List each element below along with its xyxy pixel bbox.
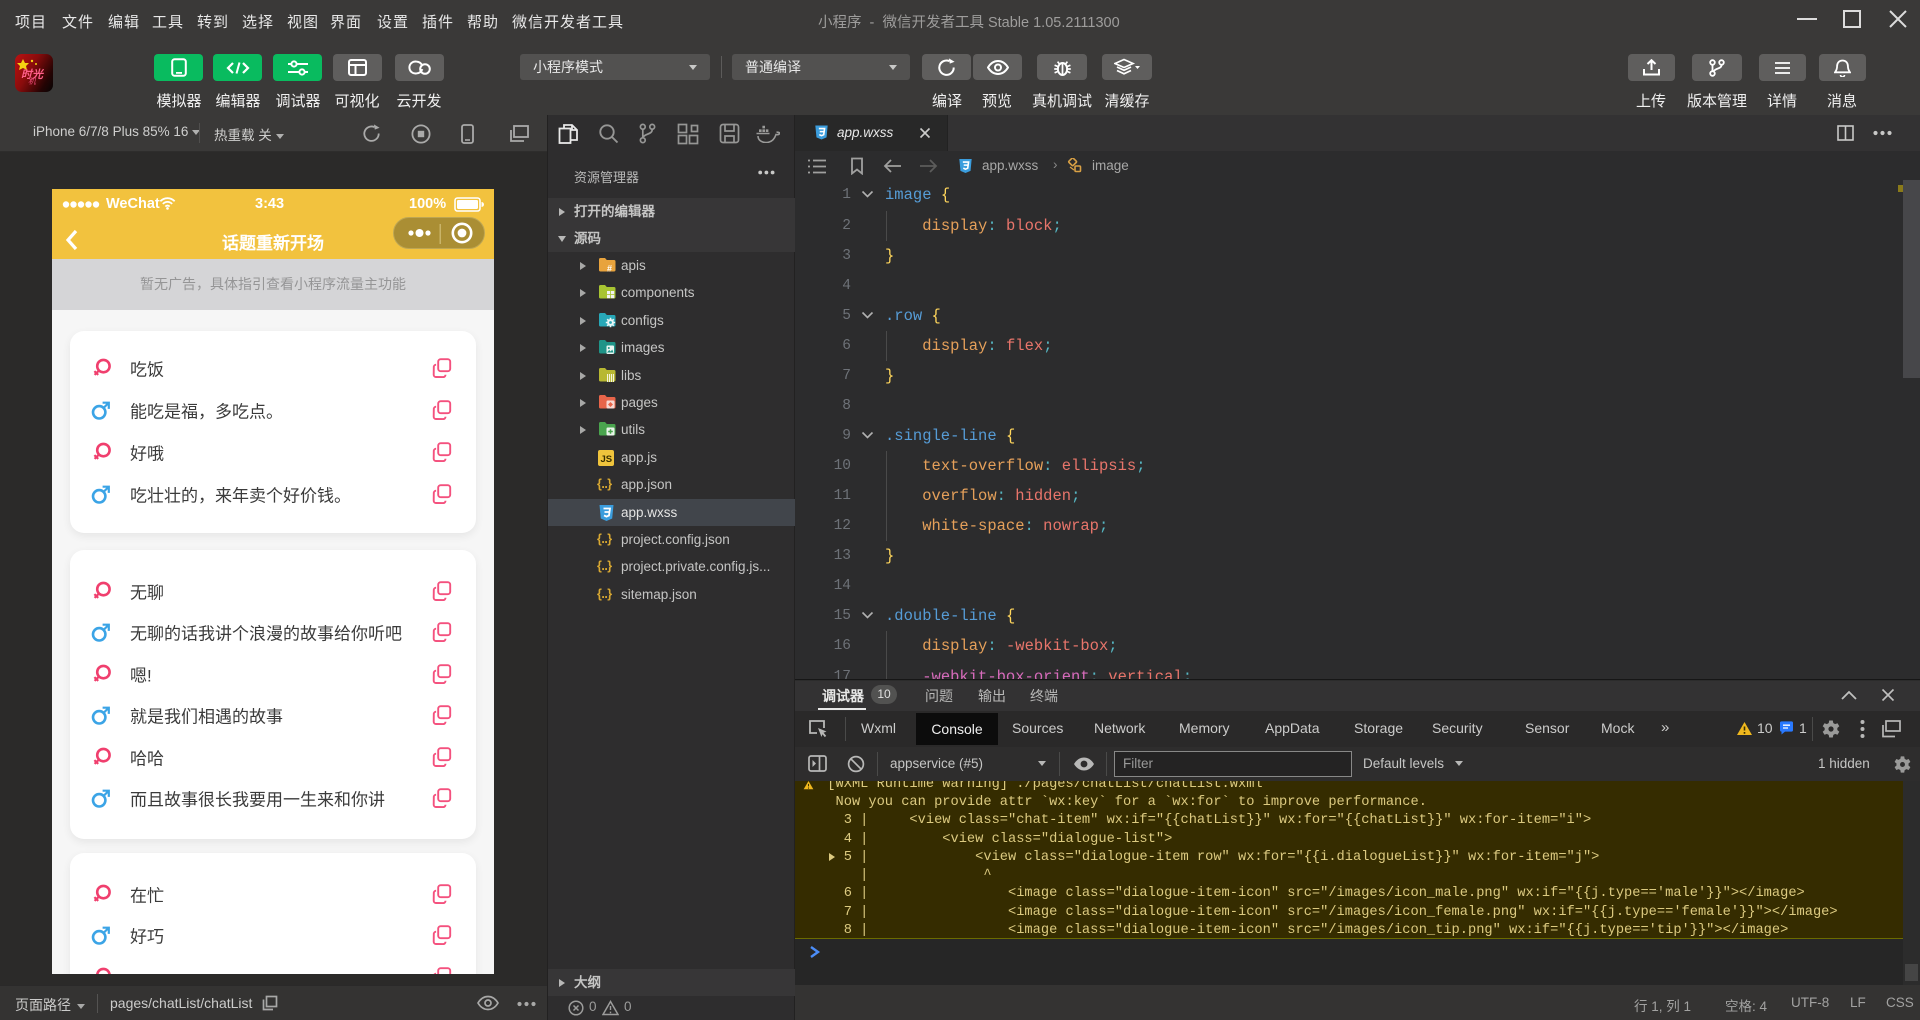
svg-text:机: 机 — [28, 77, 37, 86]
svg-text:JS: JS — [601, 454, 613, 465]
svg-text:#: # — [607, 264, 612, 274]
